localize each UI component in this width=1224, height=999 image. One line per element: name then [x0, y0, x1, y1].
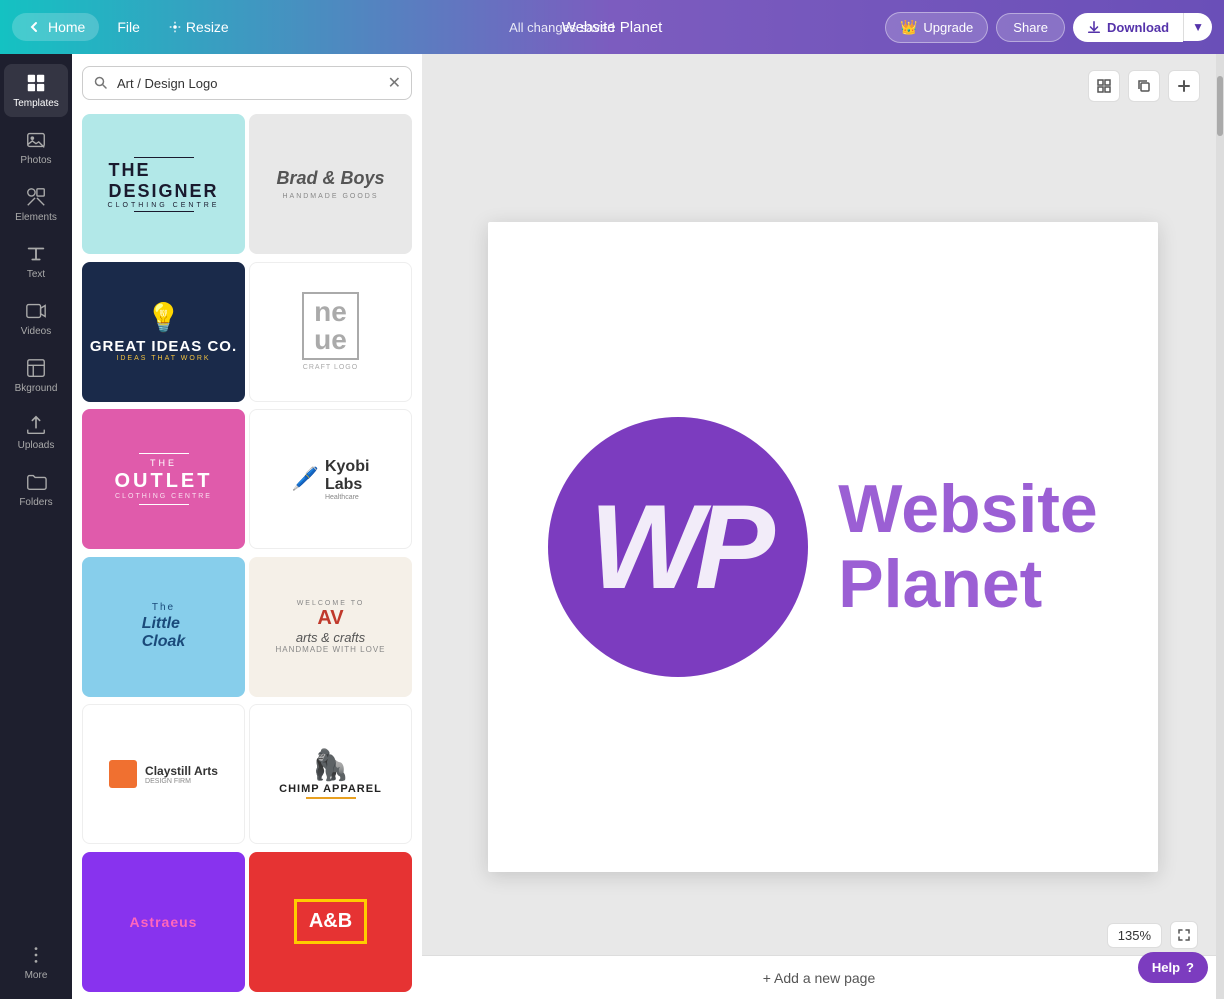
zoom-level: 135% [1107, 923, 1162, 948]
question-icon: ? [1186, 960, 1194, 975]
template-card-littlecloak[interactable]: The LittleCloak [82, 557, 245, 697]
elements-icon [25, 186, 47, 208]
folders-icon [25, 471, 47, 493]
file-button[interactable]: File [107, 13, 150, 41]
frame-icon [1096, 78, 1112, 94]
search-bar-container: ✕ [82, 66, 412, 100]
more-icon [25, 944, 47, 966]
canvas-page[interactable]: WP WebsitePlanet [488, 222, 1158, 872]
main-layout: Templates Photos Elements Text Videos Bk… [0, 54, 1224, 999]
canvas-wrapper: WP WebsitePlanet [422, 54, 1224, 999]
templates-grid: THEDESIGNER CLOTHING CENTRE Brad & Boys … [72, 110, 422, 999]
help-button[interactable]: Help ? [1138, 952, 1208, 983]
template-card-outlet[interactable]: THE OUTLET CLOTHING CENTRE [82, 409, 245, 549]
home-label: Home [48, 19, 85, 35]
canvas-footer: 135% [1107, 921, 1198, 949]
sidebar-item-folders[interactable]: Folders [4, 463, 68, 516]
sidebar-item-elements[interactable]: Elements [4, 178, 68, 231]
sidebar-item-uploads[interactable]: Uploads [4, 406, 68, 459]
download-caret-button[interactable]: ▼ [1183, 13, 1212, 41]
canvas-toolbar [1072, 62, 1216, 110]
add-tool-button[interactable] [1168, 70, 1200, 102]
template-card-kyobi[interactable]: 🖊️ KyobiLabs Healthcare [249, 409, 412, 549]
sidebar-item-background[interactable]: Bkground [4, 349, 68, 402]
resize-button[interactable]: Resize [158, 13, 239, 41]
download-icon [1087, 20, 1101, 34]
wp-circle-logo: WP [548, 417, 808, 677]
sidebar-elements-label: Elements [15, 212, 57, 223]
canvas-content: WP WebsitePlanet [548, 417, 1097, 677]
add-page-bar[interactable]: + Add a new page [422, 955, 1216, 999]
search-clear-button[interactable]: ✕ [388, 73, 401, 93]
top-navigation: Home File Resize All changes saved Websi… [0, 0, 1224, 54]
sidebar-background-label: Bkground [15, 383, 58, 394]
plus-icon [1176, 78, 1192, 94]
template-card-claystill[interactable]: Claystill Arts DESIGN FIRM [82, 704, 245, 844]
videos-icon [25, 300, 47, 322]
templates-icon [25, 72, 47, 94]
template-card-artscrafts[interactable]: WELCOME TO AV arts & crafts HANDMADE WIT… [249, 557, 412, 697]
sidebar-text-label: Text [27, 269, 45, 280]
home-button[interactable]: Home [12, 13, 99, 41]
search-input[interactable] [117, 76, 380, 91]
vertical-scrollbar[interactable] [1216, 54, 1224, 999]
left-sidebar: Templates Photos Elements Text Videos Bk… [0, 54, 72, 999]
sidebar-templates-label: Templates [13, 98, 59, 109]
template-card-greatideas[interactable]: 💡 GREAT IDEAS CO. IDEAS THAT WORK [82, 262, 245, 402]
sidebar-uploads-label: Uploads [18, 440, 55, 451]
wp-brand-name: WebsitePlanet [838, 472, 1097, 622]
resize-icon [168, 20, 182, 34]
crown-icon: 👑 [900, 19, 917, 36]
chevron-left-icon [26, 19, 42, 35]
download-main-button[interactable]: Download [1073, 13, 1183, 42]
copy-tool-button[interactable] [1128, 70, 1160, 102]
templates-panel: ✕ THEDESIGNER CLOTHING CENTRE Brad & Boy… [72, 54, 422, 999]
template-card-red[interactable]: A&B [249, 852, 412, 992]
photos-icon [25, 129, 47, 151]
share-button[interactable]: Share [996, 13, 1065, 42]
sidebar-videos-label: Videos [21, 326, 51, 337]
search-icon [93, 75, 109, 91]
wp-monogram: WP [590, 487, 767, 607]
upgrade-button[interactable]: 👑 Upgrade [885, 12, 988, 43]
template-card-brad[interactable]: Brad & Boys HANDMADE GOODS [249, 114, 412, 254]
fullscreen-button[interactable] [1170, 921, 1198, 949]
template-card-neue[interactable]: neue CRAFT LOGO [249, 262, 412, 402]
template-card-astraeus[interactable]: Astraeus [82, 852, 245, 992]
download-button-group: Download ▼ [1073, 13, 1212, 42]
uploads-icon [25, 414, 47, 436]
sidebar-item-videos[interactable]: Videos [4, 292, 68, 345]
project-title: Website Planet [562, 19, 663, 36]
sidebar-item-more[interactable]: More [4, 936, 68, 989]
nav-right-actions: 👑 Upgrade Share Download ▼ [885, 12, 1212, 43]
text-icon [25, 243, 47, 265]
sidebar-item-photos[interactable]: Photos [4, 121, 68, 174]
copy-icon [1136, 78, 1152, 94]
sidebar-item-text[interactable]: Text [4, 235, 68, 288]
scrollbar-thumb[interactable] [1217, 76, 1223, 136]
template-card-chimp[interactable]: 🦍 CHIMP APPAREL [249, 704, 412, 844]
sidebar-photos-label: Photos [20, 155, 51, 166]
sidebar-item-templates[interactable]: Templates [4, 64, 68, 117]
sidebar-more-label: More [25, 970, 48, 981]
background-icon [25, 357, 47, 379]
frame-tool-button[interactable] [1088, 70, 1120, 102]
sidebar-folders-label: Folders [19, 497, 52, 508]
canvas-area: WP WebsitePlanet + Add a new page 135% H… [422, 54, 1224, 999]
template-card-designer[interactable]: THEDESIGNER CLOTHING CENTRE [82, 114, 245, 254]
fullscreen-icon [1177, 928, 1191, 942]
